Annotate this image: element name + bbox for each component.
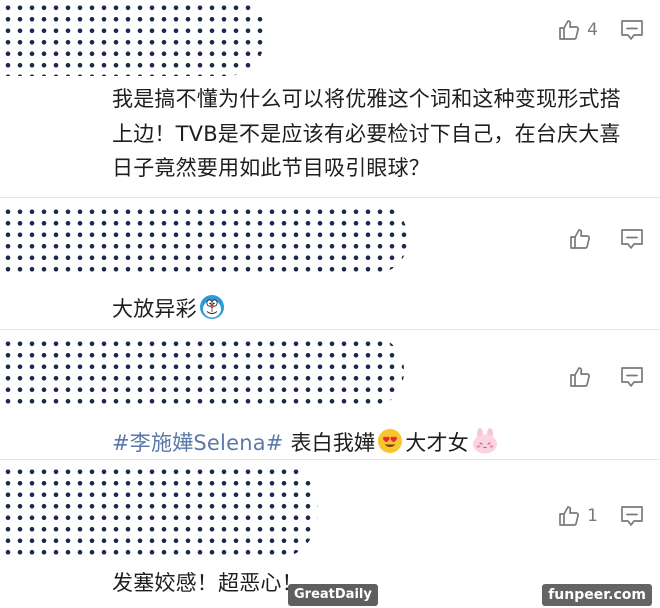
thumbs-up-icon: [568, 227, 592, 251]
comment-feed: 4 我是搞不懂为什么可以将优雅这个词和这种变现形式搭上边！TVB是不是应该有必要…: [0, 0, 660, 608]
comment-item: #李施嬅Selena# 表白我嬅 大才女: [0, 330, 660, 460]
like-button[interactable]: [568, 227, 598, 251]
doraemon-face-icon: [199, 294, 225, 331]
comment-bubble-icon: [620, 505, 644, 527]
comment-actions: 1: [557, 502, 660, 530]
comment-text-line: 大放异彩: [112, 292, 636, 331]
comment-actions: [568, 363, 660, 391]
like-count: 1: [587, 506, 598, 526]
comment-text: 我是搞不懂为什么可以将优雅这个词和这种变现形式搭上边！TVB是不是应该有必要检讨…: [112, 87, 621, 180]
reply-button[interactable]: [620, 366, 644, 388]
comment-bubble-icon: [620, 228, 644, 250]
comment-actions: [568, 225, 660, 253]
thumbs-up-icon: [557, 18, 581, 42]
reply-button[interactable]: [620, 228, 644, 250]
like-count: 4: [587, 20, 598, 40]
thumbs-up-icon: [557, 504, 581, 528]
comment-text-2: 大才女: [405, 431, 469, 455]
comment-item: 大放异彩: [0, 198, 660, 330]
comment-bubble-icon: [620, 366, 644, 388]
thumbs-up-icon: [568, 365, 592, 389]
like-button[interactable]: [568, 365, 598, 389]
reply-button[interactable]: [620, 505, 644, 527]
watermark-left: GreatDaily: [288, 584, 378, 606]
comment-bubble-icon: [620, 19, 644, 41]
redacted-username-avatar: [0, 464, 318, 560]
like-button[interactable]: 1: [557, 504, 598, 528]
redacted-username-avatar: [0, 204, 408, 274]
redacted-username-avatar: [0, 0, 265, 76]
watermark-right: funpeer.com: [542, 584, 652, 606]
topic-hashtag-link[interactable]: #李施嬅Selena#: [112, 431, 284, 455]
comment-text: 表白我嬅: [283, 431, 376, 455]
comment-text: 大放异彩: [112, 297, 197, 321]
comment-item: 4 我是搞不懂为什么可以将优雅这个词和这种变现形式搭上边！TVB是不是应该有必要…: [0, 0, 660, 198]
reply-button[interactable]: [620, 19, 644, 41]
like-button[interactable]: 4: [557, 18, 598, 42]
comment-actions: 4: [557, 16, 660, 44]
redacted-username-avatar: [0, 336, 404, 408]
